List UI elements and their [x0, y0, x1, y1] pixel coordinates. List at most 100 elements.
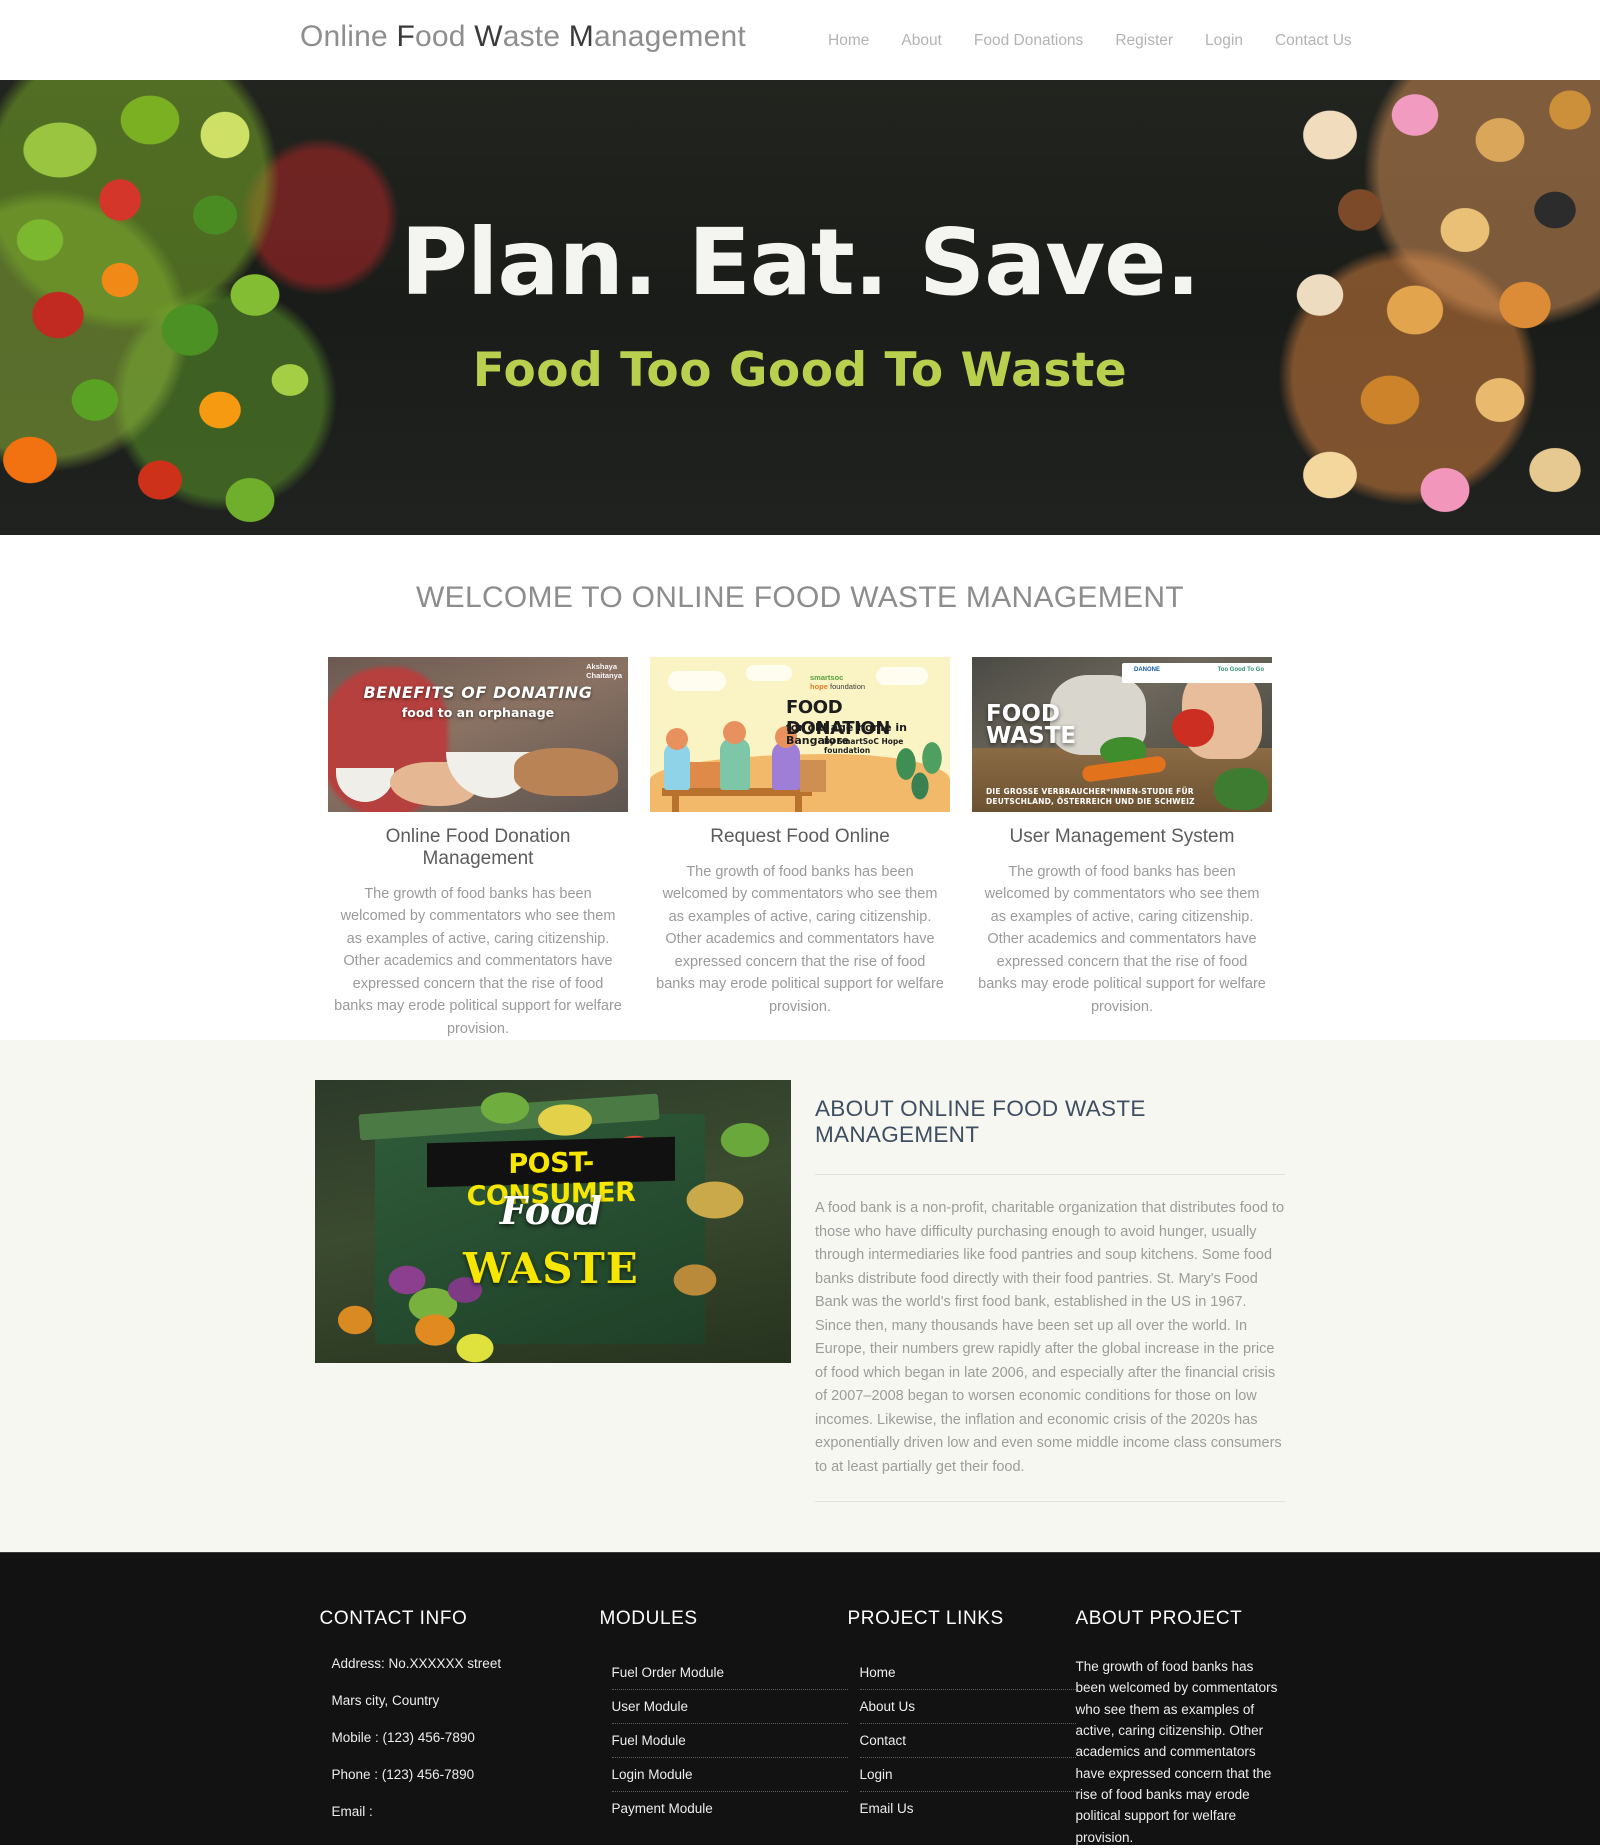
card2-donation-box-2 — [800, 760, 826, 792]
card3-badge-left: DANONE — [1134, 667, 1161, 673]
site-header: Online Food Waste Management Home About … — [0, 0, 1600, 80]
list-item[interactable]: Fuel Module — [611, 1724, 848, 1759]
footer-module-user[interactable]: User Module — [612, 1690, 848, 1723]
card2-table-leg-left — [672, 794, 679, 812]
feature-card-request-food[interactable]: smartsoc hope foundation FOOD DONATION f… — [650, 657, 950, 1040]
footer-contact-email: Email : — [331, 1804, 373, 1820]
footer-column-modules: MODULES Fuel Order Module User Module Fu… — [600, 1608, 848, 1845]
hero-subtitle: Food Too Good To Waste — [472, 343, 1128, 398]
site-logo[interactable]: Online Food Waste Management — [300, 20, 746, 54]
nav-item-login[interactable]: Login — [1189, 32, 1259, 50]
card1-image-subline: food to an orphanage — [401, 705, 555, 720]
footer-module-fuel[interactable]: Fuel Module — [612, 1724, 848, 1757]
list-item[interactable]: Fuel Order Module — [611, 1656, 848, 1691]
card2-logo-line3: foundation — [827, 682, 866, 691]
footer-column-about-project: ABOUT PROJECT The growth of food banks h… — [1076, 1608, 1286, 1845]
card3-image-headline: FOOD WASTE — [986, 703, 1077, 750]
footer-column-contact-info: CONTACT INFO Address: No.XXXXXX street M… — [315, 1608, 600, 1845]
card3-badge-right: Too Good To Go — [1217, 667, 1264, 673]
nav-item-contact-us[interactable]: Contact Us — [1259, 32, 1368, 50]
card3-title: User Management System — [1009, 826, 1235, 847]
card1-title: Online Food Donation Management — [385, 826, 571, 869]
footer-about-heading: ABOUT PROJECT — [1075, 1608, 1243, 1630]
card1-body: The growth of food banks has been welcom… — [334, 886, 622, 1037]
card-image-benefits-of-donating: Akshaya Chaitanya BENEFITS OF DONATING f… — [328, 657, 628, 812]
nav-item-food-donations[interactable]: Food Donations — [958, 32, 1099, 50]
hero-banner: Plan. Eat. Save. Food Too Good To Waste — [0, 80, 1600, 535]
list-item[interactable]: About Us — [859, 1690, 1076, 1725]
card1-logo-line2: Chaitanya — [586, 670, 622, 680]
footer-modules-list: Fuel Order Module User Module Fuel Modul… — [611, 1656, 848, 1825]
card2-logo-line2: hope — [810, 682, 828, 691]
footer-links-heading: PROJECT LINKS — [847, 1608, 1004, 1630]
list-item[interactable]: User Module — [611, 1690, 848, 1725]
list-item[interactable]: Login Module — [611, 1758, 848, 1793]
list-item[interactable]: Contact — [859, 1724, 1076, 1759]
brand-part-8: anagement — [593, 20, 746, 53]
card2-cloud-1 — [668, 671, 726, 691]
card2-body: The growth of food banks has been welcom… — [656, 864, 944, 1015]
nav-item-about[interactable]: About — [885, 32, 958, 50]
footer-contact-mobile: Mobile : (123) 456-7890 — [331, 1730, 475, 1746]
feature-card-user-management[interactable]: DANONE Too Good To Go FOOD WASTE DIE GROS… — [972, 657, 1272, 1040]
brand-part-6: aste — [502, 20, 569, 53]
footer-contact-heading: CONTACT INFO — [319, 1608, 468, 1630]
card2-logo: smartsoc hope foundation — [810, 673, 865, 691]
card3-logo-bar: DANONE Too Good To Go — [1122, 663, 1272, 683]
about-divider-bottom — [815, 1501, 1285, 1503]
footer-link-home[interactable]: Home — [860, 1656, 1076, 1689]
card1-logo: Akshaya Chaitanya — [586, 662, 622, 680]
nav-item-home[interactable]: Home — [812, 32, 885, 50]
footer-link-email-us[interactable]: Email Us — [860, 1792, 1076, 1825]
card2-person-1-head — [666, 728, 688, 750]
card1-image-headline: BENEFITS OF DONATING — [363, 683, 593, 702]
card3-body: The growth of food banks has been welcom… — [978, 864, 1266, 1015]
brand-part-1: O — [300, 20, 324, 53]
card2-logo-line1: smartsoc — [810, 673, 844, 682]
footer-links-list: Home About Us Contact Login Email Us — [859, 1656, 1076, 1825]
footer-module-payment[interactable]: Payment Module — [612, 1792, 848, 1825]
list-item[interactable]: Email Us — [860, 1792, 1076, 1825]
footer-module-login[interactable]: Login Module — [612, 1758, 848, 1791]
card1-hand-right — [514, 748, 618, 796]
list-item[interactable]: Login — [859, 1758, 1076, 1793]
about-image-line3: WASTE — [463, 1244, 639, 1294]
feature-cards: Akshaya Chaitanya BENEFITS OF DONATING f… — [0, 657, 1600, 1040]
about-image-post-consumer-food-waste: POST-CONSUMER Food WASTE — [315, 1080, 791, 1364]
card2-table-leg-right — [795, 794, 802, 812]
card3-image-subline: DIE GROSSE VERBRAUCHER*INNEN-STUDIE FÜR … — [986, 787, 1195, 806]
card2-title: Request Food Online — [710, 826, 890, 847]
list-item[interactable]: Home — [859, 1656, 1076, 1691]
feature-card-donation-management[interactable]: Akshaya Chaitanya BENEFITS OF DONATING f… — [328, 657, 628, 1040]
list-item[interactable]: Payment Module — [612, 1792, 848, 1825]
footer-modules-heading: MODULES — [599, 1608, 698, 1630]
brand-part-7: M — [568, 20, 594, 53]
card-image-food-donation: smartsoc hope foundation FOOD DONATION f… — [650, 657, 950, 812]
brand-part-5: W — [474, 20, 503, 53]
brand-part-2: nline — [323, 20, 397, 53]
footer-link-about-us[interactable]: About Us — [860, 1690, 1076, 1723]
brand-part-4: ood — [415, 20, 475, 53]
card3-red-pepper — [1172, 709, 1214, 747]
site-footer: CONTACT INFO Address: No.XXXXXX street M… — [0, 1552, 1600, 1846]
card2-person-2-head — [723, 721, 746, 744]
footer-contact-address: Address: No.XXXXXX street — [331, 1656, 502, 1672]
about-image-line2: Food — [499, 1188, 603, 1234]
card2-person-2-body — [720, 738, 750, 790]
about-body: A food bank is a non-profit, charitable … — [815, 1200, 1285, 1475]
card2-person-3-body — [772, 742, 800, 790]
footer-module-fuel-order[interactable]: Fuel Order Module — [612, 1656, 848, 1689]
about-section: POST-CONSUMER Food WASTE ABOUT ONLINE FO… — [0, 1040, 1600, 1553]
nav-item-register[interactable]: Register — [1099, 32, 1189, 50]
brand-part-3: F — [396, 20, 415, 53]
footer-contact-city: Mars city, Country — [331, 1693, 440, 1709]
footer-link-login[interactable]: Login — [860, 1758, 1076, 1791]
about-heading: ABOUT ONLINE FOOD WASTE MANAGEMENT — [815, 1096, 1146, 1148]
welcome-heading: WELCOME TO ONLINE FOOD WASTE MANAGEMENT — [416, 581, 1184, 614]
about-divider-top — [815, 1174, 1285, 1176]
footer-link-contact[interactable]: Contact — [860, 1724, 1076, 1757]
card3-headline-line2: WASTE — [986, 723, 1077, 750]
footer-column-project-links: PROJECT LINKS Home About Us Contact Logi… — [848, 1608, 1076, 1845]
footer-contact-phone: Phone : (123) 456-7890 — [331, 1767, 475, 1783]
footer-about-body: The growth of food banks has been welcom… — [1075, 1659, 1278, 1845]
